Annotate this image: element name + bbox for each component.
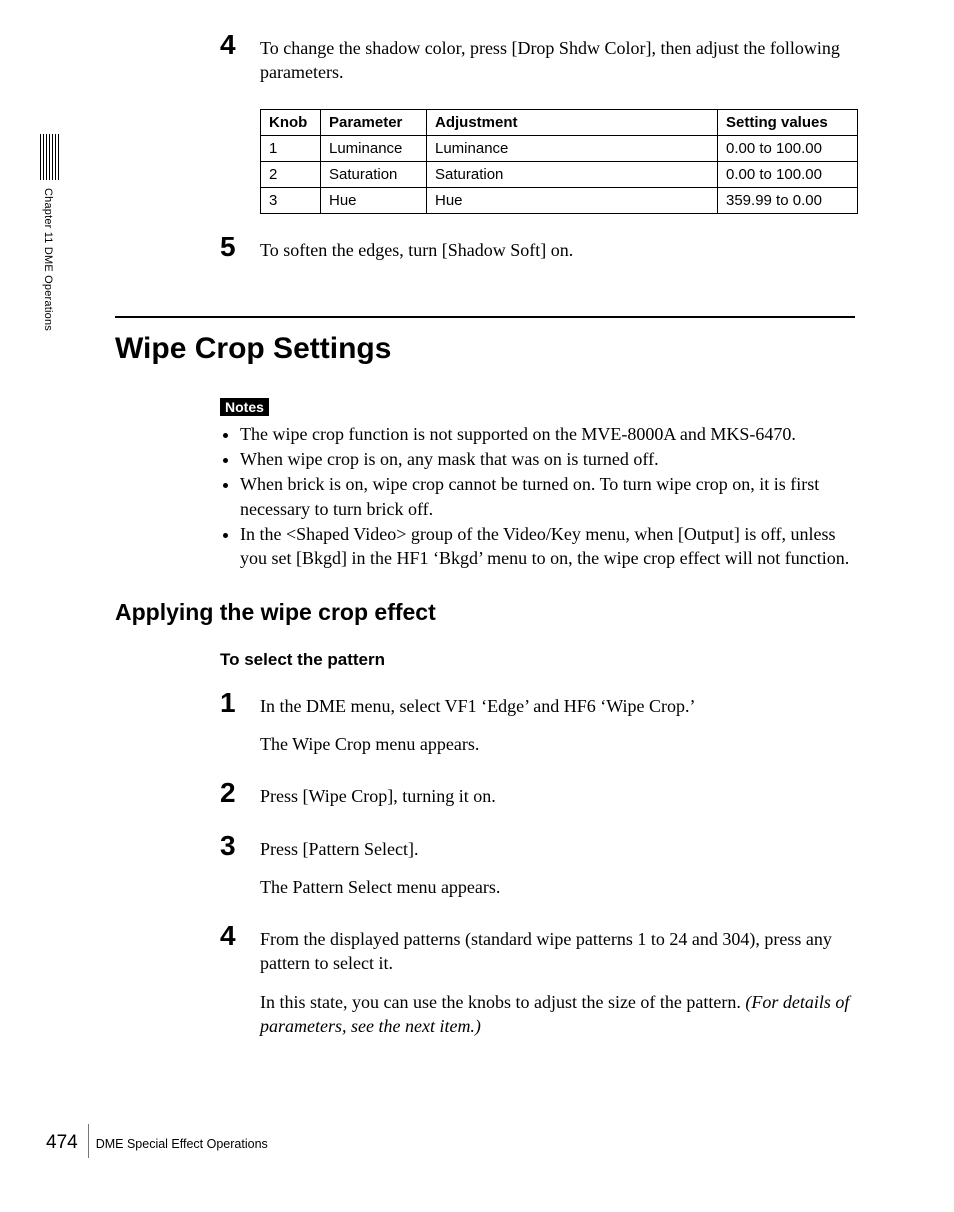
step-number: 5	[220, 232, 260, 263]
note-item: When wipe crop is on, any mask that was …	[240, 447, 855, 471]
parameter-table: Knob Parameter Adjustment Setting values…	[260, 109, 858, 214]
step-5-text: To soften the edges, turn [Shadow Soft] …	[260, 238, 855, 262]
step-2: 2 Press [Wipe Crop], turning it on.	[220, 778, 855, 822]
heading-select-pattern: To select the pattern	[220, 650, 855, 670]
th-knob: Knob	[261, 109, 321, 135]
side-tab-lines	[40, 134, 64, 180]
step-4-text: To change the shadow color, press [Drop …	[260, 36, 855, 85]
step-1-text-1: In the DME menu, select VF1 ‘Edge’ and H…	[260, 694, 855, 718]
notes-list: The wipe crop function is not supported …	[220, 422, 855, 571]
heading-wipe-crop-settings: Wipe Crop Settings	[115, 316, 855, 366]
table-header-row: Knob Parameter Adjustment Setting values	[261, 109, 858, 135]
step-4: 4 To change the shadow color, press [Dro…	[220, 30, 855, 99]
step-3-text-2: The Pattern Select menu appears.	[260, 875, 855, 899]
note-item: In the <Shaped Video> group of the Video…	[240, 522, 855, 571]
page-footer: 474 DME Special Effect Operations	[46, 1132, 268, 1154]
th-parameter: Parameter	[321, 109, 427, 135]
step-number: 2	[220, 778, 260, 809]
note-item: The wipe crop function is not supported …	[240, 422, 855, 446]
step-2-text: Press [Wipe Crop], turning it on.	[260, 784, 855, 808]
step-3: 3 Press [Pattern Select]. The Pattern Se…	[220, 831, 855, 914]
table-row: 2 Saturation Saturation 0.00 to 100.00	[261, 161, 858, 187]
step-number: 4	[220, 921, 260, 952]
step-4b-text-1: From the displayed patterns (standard wi…	[260, 927, 855, 976]
step-4b-text-2: In this state, you can use the knobs to …	[260, 990, 855, 1039]
step-number: 3	[220, 831, 260, 862]
step-5: 5 To soften the edges, turn [Shadow Soft…	[220, 232, 855, 276]
table-row: 3 Hue Hue 359.99 to 0.00	[261, 187, 858, 213]
page-number: 474	[46, 1132, 78, 1154]
step-1-text-2: The Wipe Crop menu appears.	[260, 732, 855, 756]
step-3-text-1: Press [Pattern Select].	[260, 837, 855, 861]
side-chapter-label: Chapter 11 DME Operations	[42, 188, 54, 331]
side-chapter-tab: Chapter 11 DME Operations	[38, 134, 64, 424]
step-number: 4	[220, 30, 260, 61]
step-4b: 4 From the displayed patterns (standard …	[220, 921, 855, 1052]
step-1: 1 In the DME menu, select VF1 ‘Edge’ and…	[220, 688, 855, 771]
note-item: When brick is on, wipe crop cannot be tu…	[240, 472, 855, 521]
th-setting: Setting values	[718, 109, 858, 135]
footer-title: DME Special Effect Operations	[96, 1137, 268, 1151]
heading-applying-wipe-crop: Applying the wipe crop effect	[115, 599, 855, 626]
step-number: 1	[220, 688, 260, 719]
th-adjustment: Adjustment	[427, 109, 718, 135]
table-row: 1 Luminance Luminance 0.00 to 100.00	[261, 135, 858, 161]
notes-badge: Notes	[220, 398, 269, 416]
